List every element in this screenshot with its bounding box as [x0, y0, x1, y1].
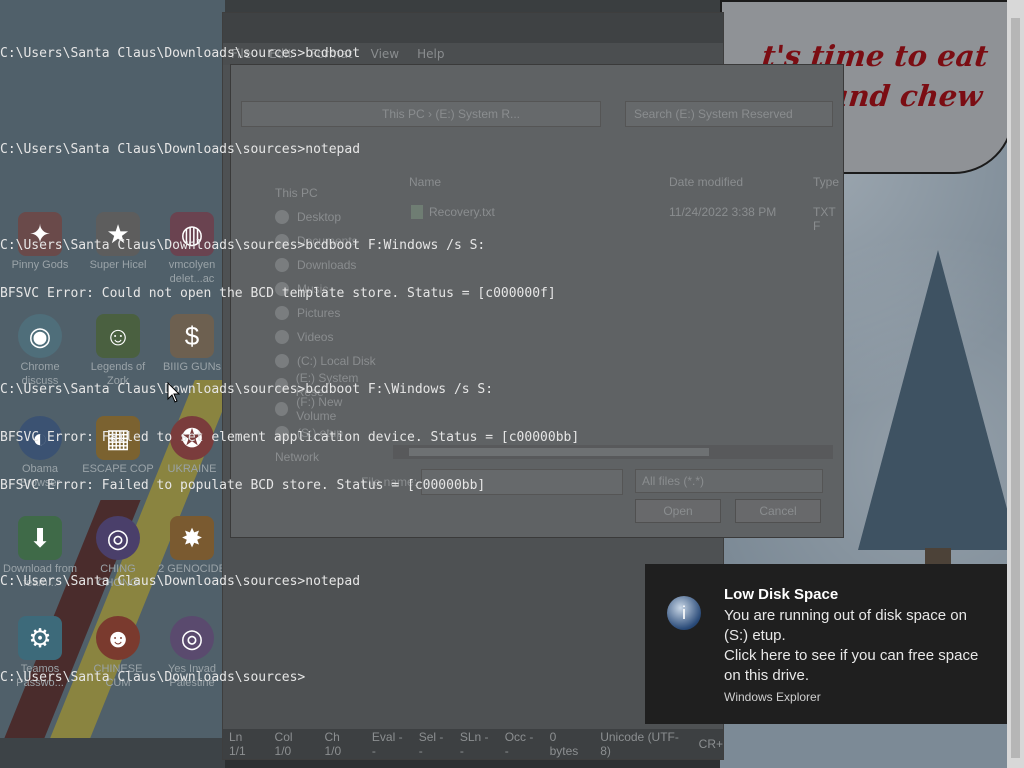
cmd-line: ​ — [0, 334, 720, 350]
status-bytes: 0 bytes — [549, 730, 579, 758]
file-type: TXT F — [813, 205, 836, 233]
wallpaper-tree — [858, 250, 1018, 550]
cmd-line: BFSVC Error: Could not open the BCD temp… — [0, 286, 556, 301]
cmd-prompt-line[interactable]: C:\Users\Santa Claus\Downloads\sources> — [0, 670, 720, 686]
cmd-line: C:\Users\Santa Claus\Downloads\sources>n… — [0, 574, 361, 589]
drive-warning-icon: i — [667, 596, 701, 630]
cmd-line: BFSVC Error: Failed to set element appli… — [0, 430, 580, 445]
cmd-line: C:\Users\Santa Claus\Downloads\sources>b… — [0, 382, 494, 397]
status-ch: Ch 1/0 — [324, 730, 342, 758]
cmd-line: ​ — [0, 622, 720, 638]
notification-title: Low Disk Space — [724, 586, 839, 603]
cmd-line: C:\Users\Santa Claus\Downloads\sources>n… — [0, 142, 361, 157]
cmd-line: ​ — [0, 190, 720, 206]
cmd-line: C:\Users\Santa Claus\Downloads\sources>b… — [0, 238, 486, 253]
status-occ: Occ -- — [504, 730, 534, 758]
notepad-statusbar: Ln 1/1 Col 1/0 Ch 1/0 Eval -- Sel -- SLn… — [223, 729, 723, 759]
cmd-line: C:\Users\Santa Claus\Downloads\sources>b… — [0, 46, 361, 61]
cmd-line: ​ — [0, 526, 720, 542]
right-scrollbar[interactable] — [1007, 0, 1024, 768]
command-prompt-output[interactable]: C:\Users\Santa Claus\Downloads\sources>b… — [0, 14, 720, 702]
cancel-button[interactable]: Cancel — [735, 499, 821, 523]
status-encoding: Unicode (UTF-8) — [600, 730, 679, 758]
status-eval: Eval -- — [371, 730, 403, 758]
cmd-line: BFSVC Error: Failed to populate BCD stor… — [0, 478, 486, 493]
status-line: Ln 1/1 — [229, 730, 246, 758]
column-header-type[interactable]: Type — [813, 175, 839, 189]
taskbar-strip — [0, 738, 225, 768]
notification-source: Windows Explorer — [724, 690, 821, 704]
notification-message: You are running out of disk space on (S:… — [724, 606, 994, 686]
status-col: Col 1/0 — [274, 730, 293, 758]
scrollbar-thumb[interactable] — [1011, 18, 1020, 758]
low-disk-space-notification[interactable]: i Low Disk Space You are running out of … — [645, 564, 1007, 724]
status-eol: CR+ — [698, 737, 724, 751]
cmd-line: ​ — [0, 94, 720, 110]
notification-message-line: Click here to see if you can free space … — [724, 647, 979, 684]
status-sln: SLn -- — [459, 730, 489, 758]
status-sel: Sel -- — [418, 730, 444, 758]
mouse-cursor-icon — [167, 382, 181, 403]
notification-message-line: You are running out of disk space on (S:… — [724, 607, 967, 644]
